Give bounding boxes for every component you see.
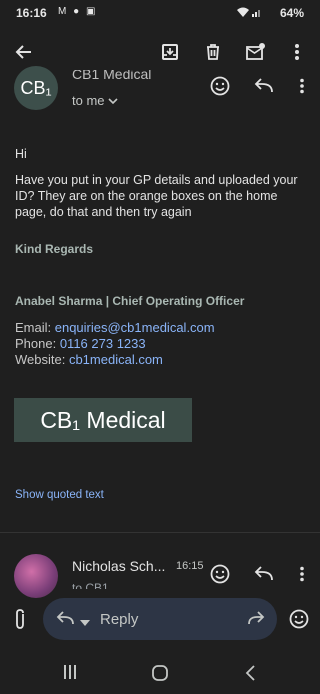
reply-type-icon[interactable] bbox=[52, 605, 80, 633]
recipient-details[interactable]: to me bbox=[72, 93, 118, 108]
body-paragraph: Have you put in your GP details and uplo… bbox=[15, 173, 298, 219]
company-logo: CB₁ Medical bbox=[14, 398, 192, 442]
second-message-more-icon[interactable] bbox=[288, 560, 316, 588]
avatar-initials: CB₁ bbox=[20, 77, 52, 98]
email-link[interactable]: enquiries@cb1medical.com bbox=[55, 320, 215, 335]
website-label: Website: bbox=[15, 352, 69, 367]
second-recipient-label[interactable]: to CB1 ... bbox=[72, 581, 122, 589]
mark-unread-icon[interactable] bbox=[242, 38, 270, 66]
website-link[interactable]: cb1medical.com bbox=[69, 352, 163, 367]
phone-link[interactable]: 0116 273 1233 bbox=[60, 336, 146, 351]
signature-name: Anabel Sharma | Chief Operating Officer bbox=[15, 294, 245, 308]
delete-icon[interactable] bbox=[199, 38, 227, 66]
emoji-reaction-icon[interactable] bbox=[206, 72, 234, 100]
sender-avatar[interactable]: CB₁ bbox=[14, 66, 58, 110]
phone-label: Phone: bbox=[15, 336, 60, 351]
notification-icons: M ● ▣ bbox=[58, 6, 97, 17]
forward-icon[interactable] bbox=[242, 605, 270, 633]
battery-level: 64% bbox=[279, 6, 304, 20]
more-vert-icon[interactable] bbox=[283, 38, 311, 66]
home-icon[interactable] bbox=[151, 664, 169, 687]
second-emoji-reaction-icon[interactable] bbox=[206, 560, 234, 588]
message-more-icon[interactable] bbox=[288, 72, 316, 100]
reply-placeholder[interactable]: Reply bbox=[100, 611, 138, 628]
message-divider bbox=[0, 532, 320, 533]
email-body: Hi Have you put in your GP details and u… bbox=[15, 146, 305, 220]
recipient-label: to me bbox=[72, 93, 105, 108]
status-time: 16:16 bbox=[16, 6, 47, 20]
attachment-icon[interactable] bbox=[6, 605, 34, 633]
gallery-icon: ▣ bbox=[85, 6, 98, 17]
second-sender-name[interactable]: Nicholas Sch... bbox=[72, 558, 165, 574]
second-message-time: 16:15 bbox=[176, 560, 204, 572]
greeting: Hi bbox=[15, 147, 27, 161]
show-quoted-text-link[interactable]: Show quoted text bbox=[15, 489, 104, 501]
reply-emoji-icon[interactable] bbox=[285, 605, 313, 633]
chevron-down-icon bbox=[108, 93, 118, 108]
nav-back-icon[interactable] bbox=[244, 664, 256, 687]
reply-icon[interactable] bbox=[250, 72, 278, 100]
back-arrow-icon[interactable] bbox=[10, 38, 38, 66]
reply-type-dropdown-icon[interactable] bbox=[80, 614, 90, 632]
recent-apps-icon[interactable] bbox=[62, 664, 78, 685]
second-reply-icon[interactable] bbox=[250, 560, 278, 588]
logo-text: CB₁ Medical bbox=[40, 406, 166, 433]
facebook-icon: ● bbox=[73, 6, 82, 17]
wifi-signal-icon bbox=[236, 6, 264, 21]
system-nav-bar bbox=[0, 650, 320, 694]
gmail-icon: M bbox=[58, 6, 69, 17]
contact-details: Email: enquiries@cb1medical.com Phone: 0… bbox=[15, 320, 215, 368]
sign-off: Kind Regards bbox=[15, 242, 94, 256]
status-bar: 16:16 M ● ▣ 64% bbox=[0, 0, 320, 26]
sender-avatar-photo[interactable] bbox=[14, 554, 58, 598]
archive-icon[interactable] bbox=[156, 38, 184, 66]
email-label: Email: bbox=[15, 320, 55, 335]
